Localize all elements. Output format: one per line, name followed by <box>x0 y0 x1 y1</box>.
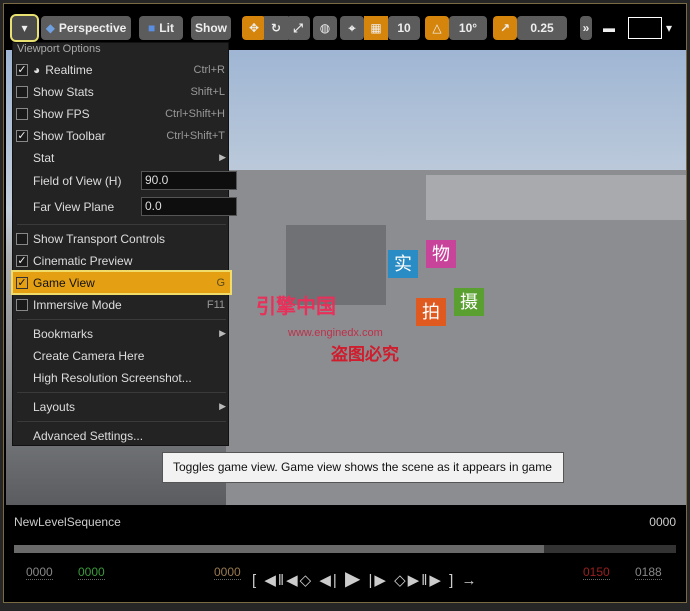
view-end-time[interactable]: 0188 <box>635 565 662 580</box>
current-frame: 0000 <box>649 515 676 529</box>
menu-item-cinematic-preview[interactable]: ✓ Cinematic Preview <box>13 250 230 271</box>
checkbox[interactable] <box>16 232 28 245</box>
checkbox[interactable] <box>16 298 28 311</box>
checkbox[interactable]: ✓ <box>16 254 28 267</box>
step-forward-icon[interactable]: |▶ <box>369 572 388 589</box>
submenu-arrow-icon: ▶ <box>219 152 226 162</box>
submenu-arrow-icon: ▶ <box>219 328 226 338</box>
realtime-icon: ◕ <box>33 62 41 77</box>
chevron-down-icon: ▾ <box>21 21 28 35</box>
grid-snap-value[interactable]: 10 <box>388 16 420 40</box>
menu-item-stat[interactable]: Stat ▶ <box>13 147 230 168</box>
fov-input[interactable]: 90.0 <box>141 171 237 190</box>
divider <box>17 392 226 393</box>
timeline-scrubber[interactable] <box>14 545 676 553</box>
menu-item-show-fps[interactable]: Show FPS Ctrl+Shift+H <box>13 103 230 124</box>
scene-wall <box>426 175 686 220</box>
menu-item-hires-screenshot[interactable]: High Resolution Screenshot... <box>13 367 230 388</box>
divider <box>17 224 226 225</box>
timeline-progress <box>14 545 544 553</box>
jump-end-icon[interactable]: ] <box>449 572 455 589</box>
show-button[interactable]: Show <box>191 16 231 40</box>
watermark-tag: 物 <box>426 240 456 268</box>
maximize-icon[interactable]: ▬ <box>601 16 617 40</box>
lit-button[interactable]: ■ Lit <box>139 16 183 40</box>
grid-snap-icon[interactable]: ▦ <box>364 16 388 40</box>
loop-icon[interactable]: → <box>461 572 478 589</box>
rotation-snap-icon[interactable]: △ <box>425 16 449 40</box>
more-icon[interactable]: » <box>580 16 592 40</box>
current-time[interactable]: 0000 <box>214 565 241 580</box>
playback-start-time[interactable]: 0000 <box>78 565 105 580</box>
perspective-button[interactable]: ◆ Perspective <box>41 16 131 40</box>
menu-item-advanced-settings[interactable]: Advanced Settings... <box>13 425 230 446</box>
chevron-down-icon[interactable]: ▾ <box>662 16 676 40</box>
view-start-time[interactable]: 0000 <box>26 565 53 580</box>
next-keyframe-icon[interactable]: ◇▶ <box>394 572 421 589</box>
menu-item-bookmarks[interactable]: Bookmarks ▶ <box>13 323 230 344</box>
jump-start-icon[interactable]: [ <box>252 572 258 589</box>
far-view-plane-input[interactable]: 0.0 <box>141 197 237 216</box>
menu-item-layouts[interactable]: Layouts ▶ <box>13 396 230 417</box>
step-back-icon[interactable]: ◀| <box>319 572 338 589</box>
checkbox[interactable] <box>16 107 28 120</box>
playback-end-time[interactable]: 0150 <box>583 565 610 580</box>
watermark: 盗图必究 <box>331 345 399 364</box>
menu-item-show-stats[interactable]: Show Stats Shift+L <box>13 81 230 102</box>
viewport-options-menu: Viewport Options ✓ ◕ Realtime Ctrl+R Show S… <box>11 42 237 446</box>
watermark: www.enginedx.com <box>288 327 383 339</box>
menu-item-realtime[interactable]: ✓ ◕ Realtime Ctrl+R <box>13 59 230 80</box>
viewport-toolbar: ▾ ◆ Perspective ■ Lit Show ✥ ↻ ⤢ ◍ ⌖ ▦ 10 … <box>6 8 686 46</box>
divider <box>17 421 226 422</box>
submenu-arrow-icon: ▶ <box>219 401 226 411</box>
transport-controls[interactable]: [ ◀‖◀◇ ◀| ▶ |▶ ◇▶‖▶ ] → <box>252 566 478 591</box>
camera-icon: ◆ <box>45 21 55 35</box>
checkbox[interactable] <box>16 85 28 98</box>
menu-item-create-camera[interactable]: Create Camera Here <box>13 345 230 366</box>
scale-icon[interactable]: ⤢ <box>286 16 310 40</box>
viewport-options-button[interactable]: ▾ <box>10 14 39 42</box>
scale-snap-icon[interactable]: ↗ <box>493 16 517 40</box>
rotate-icon[interactable]: ↻ <box>264 16 288 40</box>
menu-item-show-toolbar[interactable]: ✓ Show Toolbar Ctrl+Shift+T <box>13 125 230 146</box>
menu-header: Viewport Options <box>17 43 101 55</box>
play-icon[interactable]: ▶ <box>345 568 362 590</box>
menu-item-immersive-mode[interactable]: Immersive Mode F11 <box>13 294 230 315</box>
divider <box>17 319 226 320</box>
scale-snap-value[interactable]: 0.25 <box>517 16 567 40</box>
next-key-icon[interactable]: ‖▶ <box>421 572 443 589</box>
menu-item-game-view[interactable]: ✓ Game View G <box>11 270 232 295</box>
watermark-tag: 摄 <box>454 288 484 316</box>
tooltip: Toggles game view. Game view shows the s… <box>162 452 564 483</box>
checkbox[interactable]: ✓ <box>16 129 28 142</box>
previous-keyframe-icon[interactable]: ◀◇ <box>286 572 313 589</box>
translate-icon[interactable]: ✥ <box>242 16 266 40</box>
sequence-name: NewLevelSequence <box>14 515 121 529</box>
checkbox[interactable]: ✓ <box>16 276 28 289</box>
checkbox[interactable]: ✓ <box>16 63 28 76</box>
watermark-tag: 拍 <box>416 298 446 326</box>
surface-snap-icon[interactable]: ⌖ <box>340 16 364 40</box>
previous-key-icon[interactable]: ◀‖ <box>264 572 286 589</box>
watermark: 引擎中国 <box>256 296 336 318</box>
layout-icon[interactable] <box>628 17 662 39</box>
rotation-snap-value[interactable]: 10° <box>449 16 487 40</box>
menu-item-transport-controls[interactable]: Show Transport Controls <box>13 228 230 249</box>
globe-icon[interactable]: ◍ <box>313 16 337 40</box>
cube-icon: ■ <box>148 21 156 35</box>
watermark-tag: 实 <box>388 250 418 278</box>
